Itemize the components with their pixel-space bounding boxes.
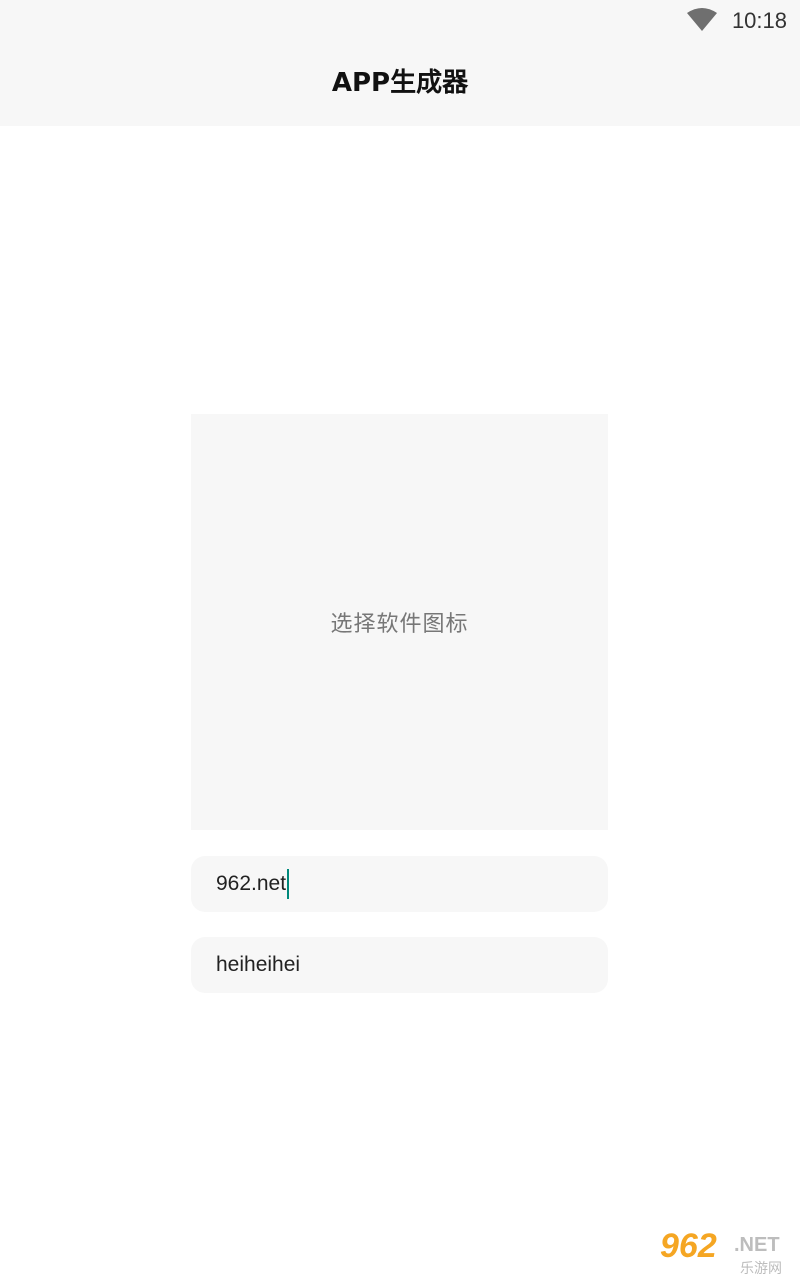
- watermark-cn: 乐游网: [740, 1261, 782, 1277]
- watermark-logo: 962 .NET 乐游网: [660, 1228, 796, 1278]
- app-name-value: heiheihei: [216, 953, 301, 976]
- choose-app-icon-button[interactable]: 选择软件图标: [191, 414, 608, 830]
- status-bar: 10:18: [0, 0, 800, 40]
- watermark-number: 962: [660, 1227, 717, 1265]
- text-caret: [287, 869, 290, 899]
- app-name-input[interactable]: heiheihei: [191, 937, 608, 993]
- choose-app-icon-label: 选择软件图标: [330, 612, 469, 637]
- page-title: APP生成器: [331, 68, 469, 98]
- status-time: 10:18: [731, 8, 787, 33]
- wifi-icon: [686, 8, 718, 32]
- app-url-input[interactable]: 962.net: [191, 856, 608, 912]
- title-bar: APP生成器: [0, 40, 800, 126]
- watermark-suffix: .NET: [734, 1234, 780, 1256]
- app-url-value: 962.net: [216, 872, 287, 895]
